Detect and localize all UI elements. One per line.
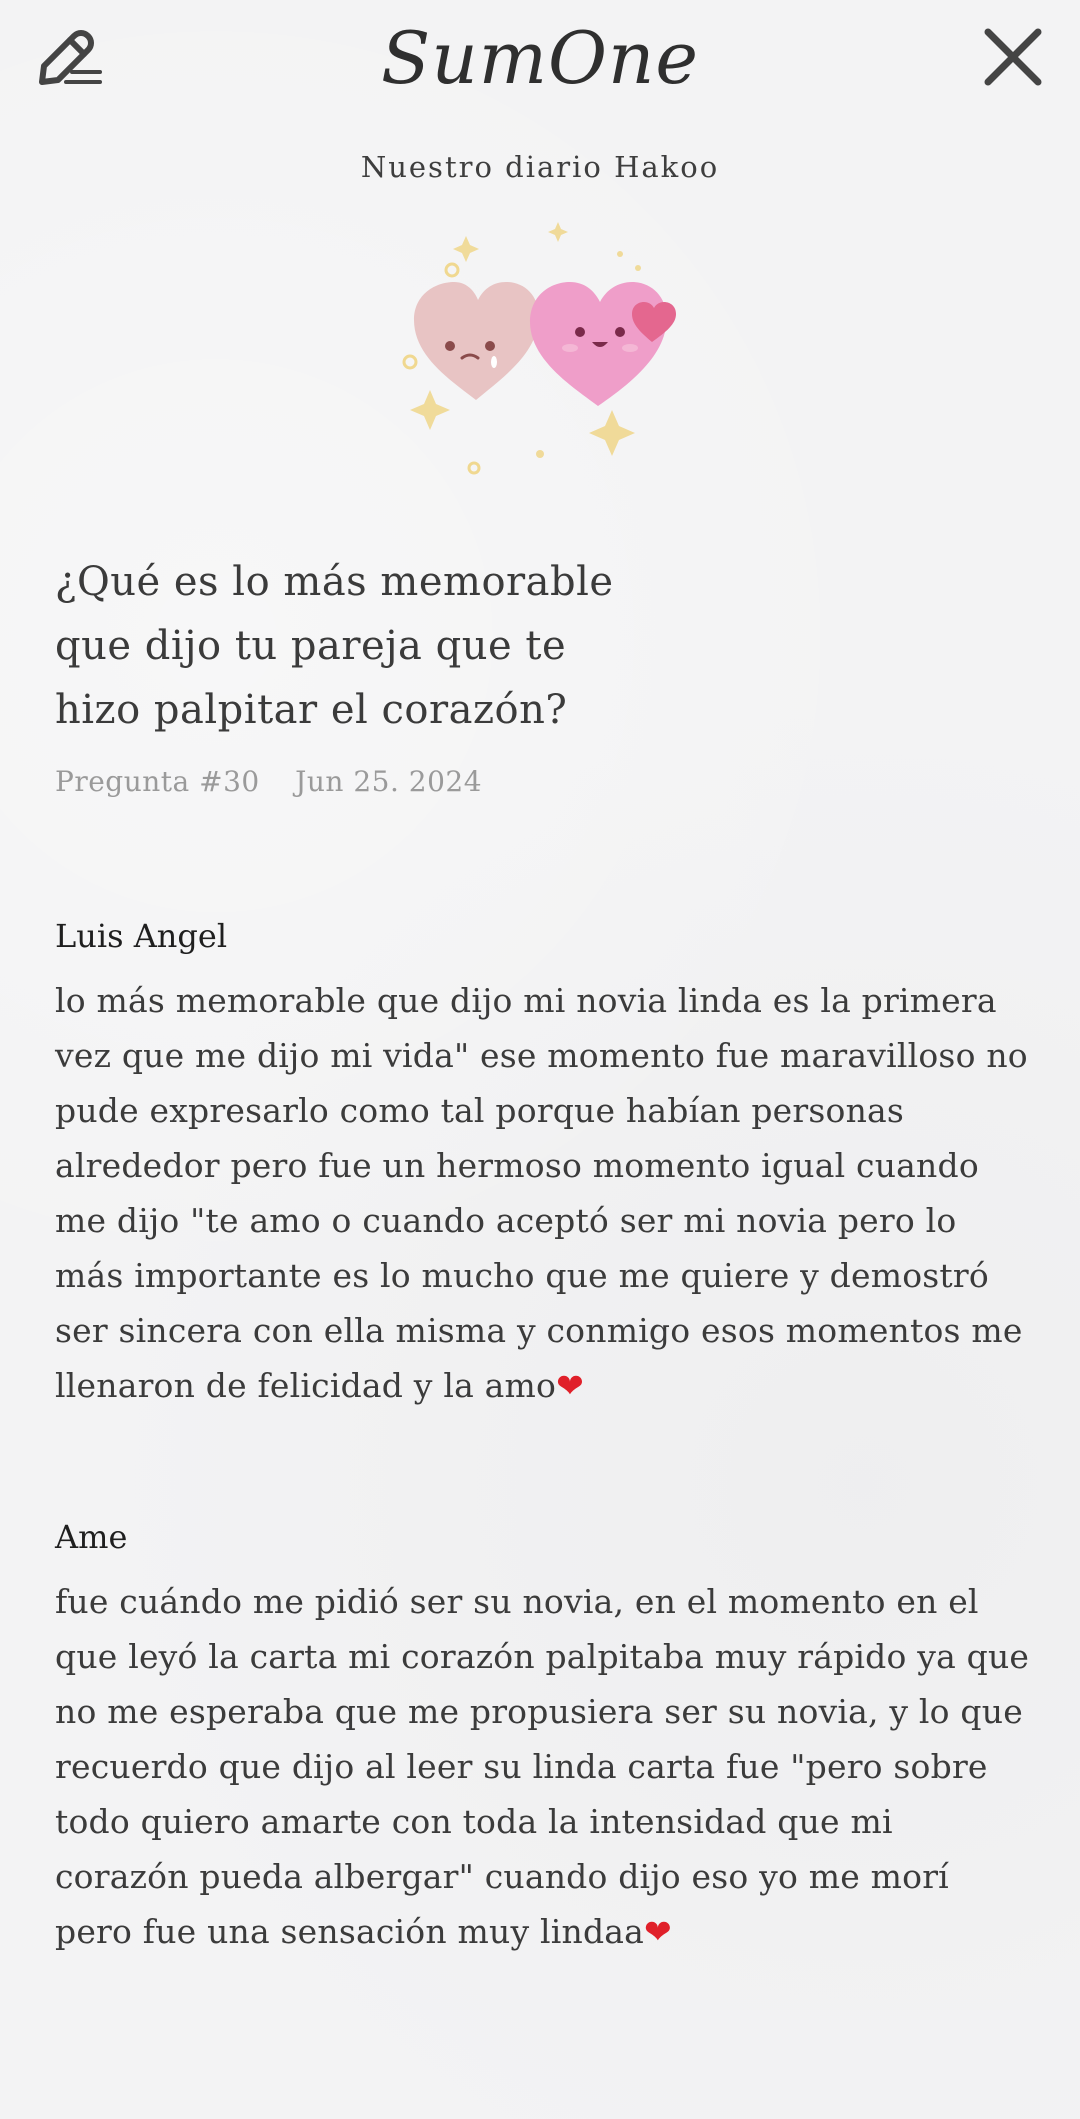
answer-text: fue cuándo me pidió ser su novia, en el … bbox=[55, 1574, 1035, 1959]
answer-card: Ame fue cuándo me pidió ser su novia, en… bbox=[55, 1518, 1035, 1959]
answer-card: Luis Angel lo más memorable que dijo mi … bbox=[55, 917, 1035, 1413]
answer-author: Ame bbox=[55, 1518, 128, 1556]
close-icon bbox=[984, 28, 1042, 86]
top-bar: SumOne bbox=[0, 0, 1080, 130]
answer-author: Luis Angel bbox=[55, 917, 228, 955]
answer-body: lo más memorable que dijo mi novia linda… bbox=[55, 981, 1028, 1405]
app-logo: SumOne bbox=[381, 16, 699, 100]
question-meta: Pregunta #30 Jun 25. 2024 bbox=[55, 765, 482, 798]
answer-body: fue cuándo me pidió ser su novia, en el … bbox=[55, 1582, 1030, 1951]
heart-emoji: ❤ bbox=[644, 1912, 672, 1951]
question-date: Jun 25. 2024 bbox=[295, 765, 483, 798]
two-hearts-illustration bbox=[390, 210, 690, 480]
diary-title: Nuestro diario Hakoo bbox=[360, 150, 720, 184]
question-number: Pregunta #30 bbox=[55, 765, 260, 798]
question-line: hizo palpitar el corazón? bbox=[55, 687, 568, 733]
heart-emoji: ❤ bbox=[556, 1366, 584, 1405]
question-line: ¿Qué es lo más memorable bbox=[55, 559, 614, 605]
edit-button[interactable] bbox=[34, 22, 106, 94]
answer-text: lo más memorable que dijo mi novia linda… bbox=[55, 973, 1035, 1413]
close-button[interactable] bbox=[978, 22, 1048, 92]
question-text: ¿Qué es lo más memorable que dijo tu par… bbox=[55, 550, 675, 742]
question-line: que dijo tu pareja que te bbox=[55, 623, 567, 669]
pencil-note-icon bbox=[39, 30, 102, 85]
